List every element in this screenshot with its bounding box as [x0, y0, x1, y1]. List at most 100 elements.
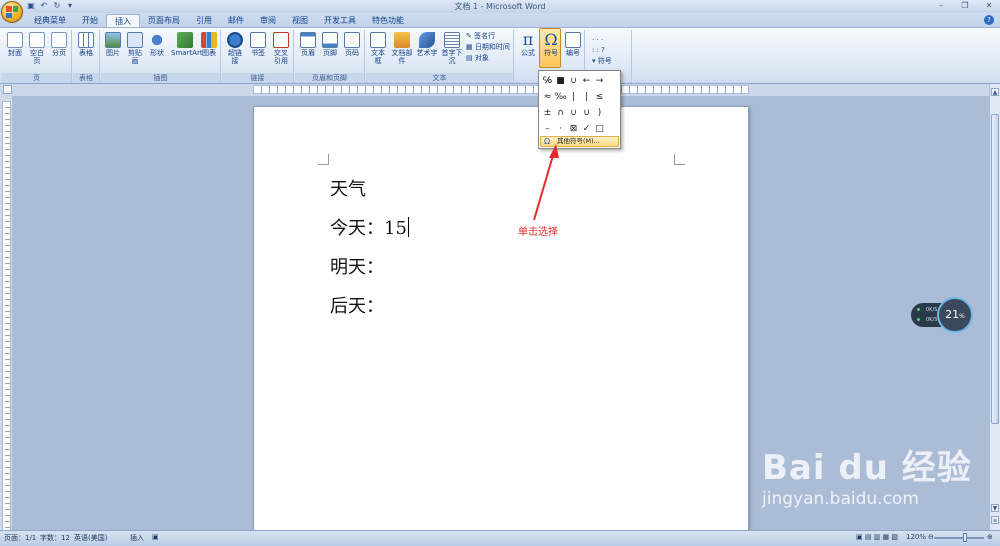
symbol-cell[interactable]: → — [593, 73, 606, 89]
drop-cap-button[interactable]: 首字下沉 — [440, 32, 464, 65]
special-symbols-dropdown[interactable]: ▾ 符号 — [592, 57, 612, 66]
zoom-in-icon[interactable]: ⊕ — [987, 533, 993, 541]
clip-art-button[interactable]: 剪贴画 — [125, 32, 145, 65]
office-button[interactable] — [1, 1, 23, 23]
page-break-button[interactable]: 分页 — [49, 32, 69, 57]
zoom-slider-knob[interactable] — [963, 533, 967, 542]
tab-home[interactable]: 开始 — [74, 14, 106, 27]
status-language[interactable]: 英语(美国) — [74, 533, 107, 543]
macro-record-icon[interactable]: ▣ — [152, 533, 159, 541]
picture-button[interactable]: 图片 — [103, 32, 123, 57]
doc-line-title[interactable]: 天气 — [330, 175, 366, 201]
zoom-level[interactable]: 120% — [906, 533, 926, 541]
watermark-brand: Bai du 经验 — [762, 448, 972, 488]
shapes-icon — [149, 32, 165, 48]
group-label-tables: 表格 — [73, 73, 99, 83]
vertical-ruler[interactable] — [2, 101, 11, 531]
drop-cap-icon — [444, 32, 460, 48]
signature-line-button[interactable]: ✎ 签名行 — [466, 32, 495, 41]
equation-button[interactable]: π 公式 — [517, 32, 539, 58]
cross-reference-button[interactable]: 交叉引用 — [271, 32, 291, 65]
quick-parts-button[interactable]: 文档部件 — [390, 32, 414, 65]
tab-references[interactable]: 引用 — [188, 14, 220, 27]
symbol-cell[interactable]: ± — [541, 105, 554, 121]
symbol-cell[interactable]: ) — [593, 105, 606, 121]
page-break-icon — [51, 32, 67, 48]
doc-line-day-after[interactable]: 后天： — [330, 292, 384, 318]
tab-insert[interactable]: 插入 — [106, 14, 140, 27]
symbol-cell[interactable]: ∪ — [567, 73, 580, 89]
symbol-cell[interactable]: · — [554, 121, 567, 137]
horizontal-ruler[interactable] — [253, 85, 749, 94]
restore-icon[interactable]: ❐ — [958, 0, 972, 11]
symbol-cell[interactable]: ℅ — [541, 73, 554, 89]
symbol-cell[interactable]: | — [567, 89, 580, 105]
hyperlink-button[interactable]: 超链接 — [225, 32, 245, 65]
usage-gauge[interactable]: 21% — [937, 297, 973, 333]
text-cursor — [407, 217, 409, 237]
special-symbol-grid[interactable]: · · · — [592, 36, 603, 45]
symbol-cell[interactable]: □ — [593, 121, 606, 137]
scrollbar-thumb[interactable] — [991, 114, 999, 424]
tab-special-features[interactable]: 特色功能 — [364, 14, 412, 27]
status-word-count[interactable]: 字数：12 — [40, 533, 70, 543]
tab-review[interactable]: 审阅 — [252, 14, 284, 27]
symbol-cell[interactable]: ∪ — [567, 105, 580, 121]
symbol-cell[interactable]: ≤ — [593, 89, 606, 105]
zoom-out-icon[interactable]: ⊖ — [928, 533, 934, 541]
scroll-up-icon[interactable]: ▲ — [991, 88, 999, 96]
group-header-footer: 页眉 页脚 页码 页眉和页脚 — [295, 30, 365, 83]
minimize-icon[interactable]: – — [934, 0, 948, 11]
blank-page-button[interactable]: 空白页 — [27, 32, 47, 65]
group-tables: 表格 表格 — [73, 30, 100, 83]
tab-view[interactable]: 视图 — [284, 14, 316, 27]
text-box-button[interactable]: 文本框 — [368, 32, 388, 65]
table-button[interactable]: 表格 — [76, 32, 96, 57]
smartart-button[interactable]: SmartArt — [171, 32, 203, 57]
symbol-cell[interactable]: ← — [580, 73, 593, 89]
footer-button[interactable]: 页脚 — [320, 32, 340, 57]
symbol-cell[interactable]: ✓ — [580, 121, 593, 137]
tab-page-layout[interactable]: 页面布局 — [140, 14, 188, 27]
symbol-cell[interactable]: ■ — [554, 73, 567, 89]
wordart-button[interactable]: 艺术字 — [416, 32, 438, 57]
view-buttons-icon[interactable]: ▣ ▤ ▥ ▦ ▧ — [856, 533, 898, 541]
window-controls: – ❐ ✕ — [934, 0, 996, 11]
omega-icon: Ω — [544, 30, 558, 49]
cover-page-button[interactable]: 封面 — [5, 32, 25, 57]
symbol-cell[interactable]: ∪ — [580, 105, 593, 121]
doc-line-tomorrow[interactable]: 明天： — [330, 253, 384, 279]
symbol-cell[interactable]: | — [580, 89, 593, 105]
status-dot-icon — [917, 318, 920, 321]
status-insert-mode[interactable]: 插入 — [130, 533, 144, 543]
numbering-button[interactable]: 编号 — [563, 32, 583, 57]
bookmark-button[interactable]: 书签 — [248, 32, 268, 57]
header-button[interactable]: 页眉 — [298, 32, 318, 57]
symbol-cell[interactable]: ∩ — [554, 105, 567, 121]
symbol-cell[interactable]: ≈ — [541, 89, 554, 105]
symbol-cell[interactable]: ⊠ — [567, 121, 580, 137]
help-icon[interactable]: ? — [984, 15, 994, 25]
special-symbol-grid-row2[interactable]: : : ? — [592, 46, 605, 55]
doc-line-today[interactable]: 今天：15 — [330, 214, 409, 240]
date-time-button[interactable]: ▦ 日期和时间 — [466, 43, 510, 52]
tab-classic-menu[interactable]: 经典菜单 — [26, 14, 74, 27]
scroll-down-icon[interactable]: ▼ — [991, 504, 999, 512]
status-page[interactable]: 页面：1/1 — [4, 533, 36, 543]
close-icon[interactable]: ✕ — [982, 0, 996, 11]
title-bar: ▣ ↶ ↻ ▾ 文档 1 - Microsoft Word – ❐ ✕ — [0, 0, 1000, 23]
vertical-scrollbar[interactable]: ▲ ▼ ≡ — [989, 84, 1000, 530]
symbol-cell[interactable]: – — [541, 121, 554, 137]
chart-button[interactable]: 图表 — [199, 32, 219, 57]
page-number-button[interactable]: 页码 — [342, 32, 362, 57]
tab-mailings[interactable]: 邮件 — [220, 14, 252, 27]
tab-selector[interactable] — [3, 85, 12, 94]
document-page[interactable]: 天气 今天：15 明天： 后天： — [253, 106, 749, 534]
tab-developer[interactable]: 开发工具 — [316, 14, 364, 27]
symbol-button[interactable]: Ω 符号 — [540, 30, 562, 58]
page-nav-icon[interactable]: ≡ — [991, 516, 999, 524]
object-button[interactable]: ▤ 对象 — [466, 54, 489, 63]
zoom-slider[interactable] — [934, 537, 984, 539]
shapes-button[interactable]: 形状 — [147, 32, 167, 57]
symbol-cell[interactable]: ‰ — [554, 89, 567, 105]
